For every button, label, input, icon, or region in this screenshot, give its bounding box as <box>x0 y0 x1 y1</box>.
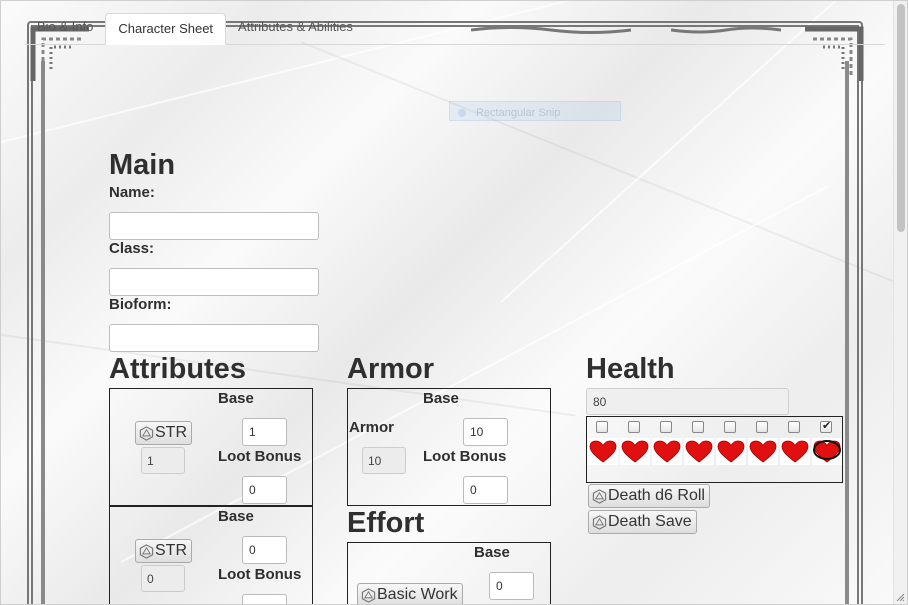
death-save-button[interactable]: Death Save <box>588 510 697 534</box>
heart-icon <box>621 440 649 463</box>
str-total-field <box>141 447 185 474</box>
str-roll-label: STR <box>155 542 187 559</box>
attribute-loot-label: Loot Bonus <box>218 448 302 465</box>
main-heading: Main <box>109 149 176 181</box>
tab-bio-info[interactable]: Bio & Info <box>25 12 105 44</box>
resize-grip-icon[interactable] <box>895 592 905 602</box>
heart-checkbox[interactable] <box>692 421 704 433</box>
d20-icon <box>139 543 154 559</box>
heart-checkbox[interactable] <box>820 419 832 433</box>
name-input[interactable] <box>109 212 319 240</box>
d20-icon <box>139 425 154 441</box>
health-input[interactable] <box>586 388 789 415</box>
scrollbar-thumb[interactable] <box>897 4 905 232</box>
str-roll-label: STR <box>155 424 187 441</box>
armor-base-input[interactable] <box>463 418 508 446</box>
d20-icon <box>592 514 607 530</box>
tab-attributes-abilities[interactable]: Attributes & Abilities <box>226 12 365 44</box>
heart-checkbox[interactable] <box>756 421 768 433</box>
heart-icon <box>717 440 745 463</box>
d20-icon <box>361 587 376 603</box>
death-d6-roll-button[interactable]: Death d6 Roll <box>588 484 710 508</box>
class-label: Class: <box>109 240 155 257</box>
name-label: Name: <box>109 184 155 201</box>
tab-character-sheet[interactable]: Character Sheet <box>105 13 227 45</box>
attribute-base-label: Base <box>218 390 254 407</box>
scissors-icon <box>458 108 466 117</box>
str-roll-button[interactable]: STR <box>135 421 192 445</box>
heart-icon <box>653 440 681 463</box>
heart-icon <box>685 440 713 463</box>
armor-label: Armor <box>349 419 395 436</box>
snip-overlay-label: Rectangular Snip <box>476 106 561 119</box>
armor-loot-label: Loot Bonus <box>423 448 507 465</box>
class-input[interactable] <box>109 268 319 296</box>
basic-work-roll-label: Basic Work <box>377 586 458 603</box>
attribute-loot-input[interactable] <box>242 594 287 604</box>
snip-overlay: Rectangular Snip <box>449 101 621 121</box>
tab-bar: Bio & Info Character Sheet Attributes & … <box>25 11 885 45</box>
heart-checkbox[interactable] <box>596 421 608 433</box>
str-base-input[interactable] <box>242 418 287 446</box>
armor-total-field <box>362 447 406 474</box>
effort-base-label: Base <box>474 544 510 561</box>
armor-base-label: Base <box>423 390 459 407</box>
heart-icon <box>589 440 617 463</box>
attribute-base-input[interactable] <box>242 536 287 564</box>
heart-checkbox[interactable] <box>660 421 672 433</box>
attributes-heading: Attributes <box>109 353 246 385</box>
vertical-scrollbar[interactable] <box>893 1 907 604</box>
effort-heading: Effort <box>347 507 425 539</box>
armor-loot-input[interactable] <box>463 476 508 504</box>
heart-checkbox[interactable] <box>628 421 640 433</box>
death-save-label: Death Save <box>608 513 692 530</box>
armor-heading: Armor <box>347 353 435 385</box>
attribute-loot-label: Loot Bonus <box>218 566 302 583</box>
bioform-label: Bioform: <box>109 296 172 313</box>
heart-checkbox[interactable] <box>788 421 800 433</box>
bioform-input[interactable] <box>109 324 319 352</box>
heart-checkbox[interactable] <box>724 421 736 433</box>
death-d6-roll-label: Death d6 Roll <box>608 487 705 504</box>
str-roll-button[interactable]: STR <box>135 539 192 563</box>
str-loot-input[interactable] <box>242 476 287 504</box>
basic-work-roll-button[interactable]: Basic Work <box>357 583 463 604</box>
attribute-base-label: Base <box>218 508 254 525</box>
d20-icon <box>592 488 607 504</box>
heart-icon <box>813 440 841 463</box>
heart-icon <box>749 440 777 463</box>
health-heading: Health <box>586 353 675 385</box>
attribute-total-field <box>141 565 185 592</box>
heart-icon <box>781 440 809 463</box>
effort-base-input[interactable] <box>489 572 534 600</box>
app-window: Bio & Info Character Sheet Attributes & … <box>0 0 908 605</box>
